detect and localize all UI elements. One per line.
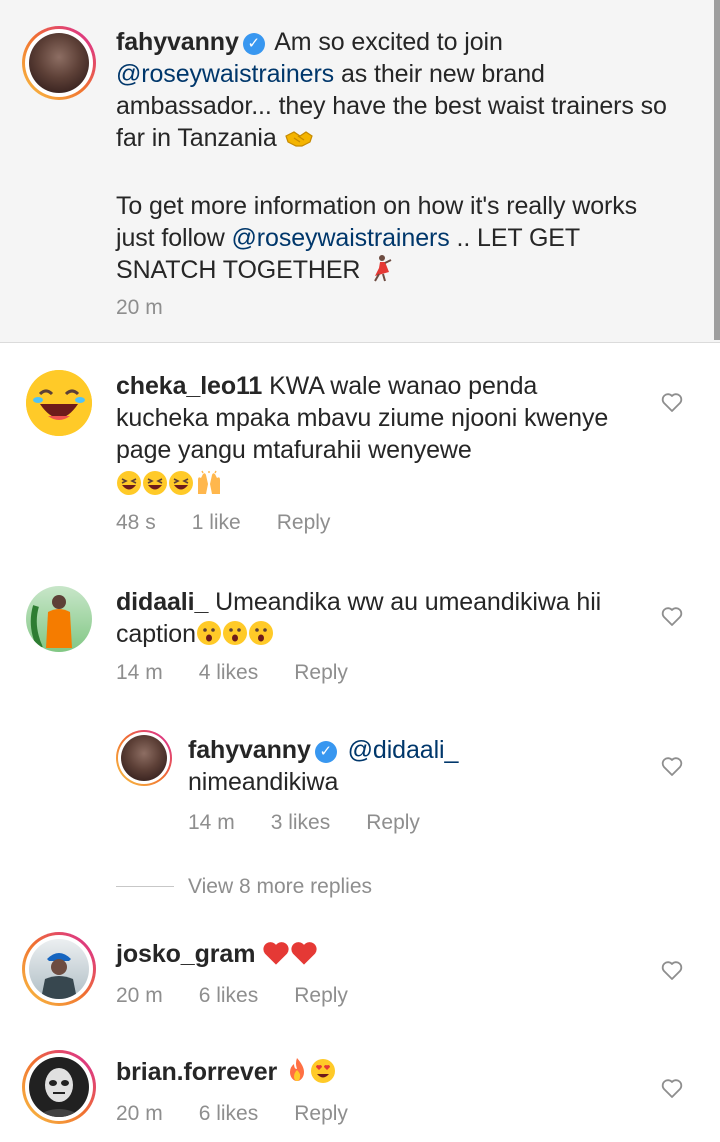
caption-mention-1[interactable]: @roseywaistrainers — [116, 60, 334, 88]
reply-body: nimeandikiwa — [188, 768, 339, 796]
red-heart-emoji-icon — [290, 940, 318, 974]
caption-time: 20 m — [116, 296, 163, 319]
caption-author-avatar[interactable] — [22, 26, 96, 100]
comment-likes[interactable]: 6 likes — [199, 984, 259, 1007]
comment-meta: 14 m 4 likes Reply — [116, 660, 384, 686]
person-photo — [30, 595, 72, 650]
comment-time: 14 m — [116, 661, 163, 684]
grinning-squint-emoji-icon — [168, 470, 194, 504]
laughing-face-icon — [26, 370, 92, 436]
comment-emoji-row — [116, 468, 616, 504]
commenter-avatar[interactable] — [22, 1050, 96, 1124]
reply-meta: 14 m 3 likes Reply — [188, 810, 456, 836]
caption-mention-2[interactable]: @roseywaistrainers — [232, 224, 450, 252]
comment-likes[interactable]: 6 likes — [199, 1102, 259, 1125]
comment-username[interactable]: brian.forrever — [116, 1058, 277, 1086]
heart-outline-icon[interactable] — [660, 1076, 684, 1100]
comment-likes[interactable]: 4 likes — [199, 661, 259, 684]
reply-button[interactable]: Reply — [366, 811, 420, 834]
view-more-replies-button[interactable]: View 8 more replies — [188, 874, 372, 900]
handshake-emoji-icon — [284, 126, 314, 158]
dancer-emoji-icon — [367, 254, 393, 290]
commenter-avatar[interactable] — [22, 932, 96, 1006]
comment-time: 48 s — [116, 511, 156, 534]
comment-meta: 20 m 6 likes Reply — [116, 983, 384, 1009]
masked-person-photo — [35, 1068, 83, 1117]
commenter-avatar[interactable] — [26, 586, 92, 652]
reply-mention[interactable]: @didaali_ — [348, 736, 459, 764]
comment-likes[interactable]: 1 like — [192, 511, 241, 534]
hushed-face-emoji-icon — [196, 620, 222, 654]
reply-author-avatar[interactable] — [116, 730, 172, 786]
reply-button[interactable]: Reply — [294, 1102, 348, 1125]
reply-username[interactable]: fahyvanny — [188, 736, 311, 764]
comment-meta: 48 s 1 like Reply — [116, 510, 366, 536]
comment-text: cheka_leo11 KWA wale wanao penda kucheka… — [116, 370, 616, 504]
comment-text: brian.forrever — [116, 1056, 616, 1092]
person-photo — [41, 953, 77, 999]
heart-outline-icon[interactable] — [660, 958, 684, 982]
grinning-squint-emoji-icon — [116, 470, 142, 504]
fire-emoji-icon — [284, 1056, 310, 1092]
caption-username[interactable]: fahyvanny — [116, 28, 239, 56]
reply-button[interactable]: Reply — [294, 661, 348, 684]
comment-username[interactable]: josko_gram — [116, 940, 255, 968]
verified-badge-icon: ✓ — [242, 33, 265, 55]
comment-text: josko_gram — [116, 938, 616, 974]
reply-button[interactable]: Reply — [294, 984, 348, 1007]
hushed-face-emoji-icon — [248, 620, 274, 654]
caption-text: fahyvanny ✓ Am so excited to join @roseyw… — [116, 26, 676, 290]
reply-time: 14 m — [188, 811, 235, 834]
reply-text: fahyvanny ✓ @didaali_ nimeandikiwa — [188, 734, 628, 798]
heart-outline-icon[interactable] — [660, 754, 684, 778]
caption-text-1: Am so excited to join — [274, 28, 503, 56]
commenter-avatar[interactable] — [26, 370, 92, 436]
red-heart-emoji-icon — [262, 940, 290, 974]
comment-text: didaali_ Umeandika ww au umeandikiwa hii… — [116, 586, 616, 654]
scrollbar[interactable] — [714, 0, 720, 340]
caption-block: fahyvanny ✓ Am so excited to join @roseyw… — [0, 0, 720, 343]
reply-button[interactable]: Reply — [277, 511, 331, 534]
view-more-divider — [116, 886, 174, 887]
heart-outline-icon[interactable] — [660, 390, 684, 414]
verified-badge-icon: ✓ — [314, 741, 337, 763]
grinning-squint-emoji-icon — [142, 470, 168, 504]
raised-hands-emoji-icon — [194, 470, 224, 504]
reply-likes[interactable]: 3 likes — [271, 811, 331, 834]
heart-eyes-emoji-icon — [310, 1058, 336, 1092]
comment-time: 20 m — [116, 984, 163, 1007]
heart-outline-icon[interactable] — [660, 604, 684, 628]
comment-time: 20 m — [116, 1102, 163, 1125]
hushed-face-emoji-icon — [222, 620, 248, 654]
comment-meta: 20 m 6 likes Reply — [116, 1101, 384, 1127]
comment-username[interactable]: didaali_ — [116, 588, 208, 616]
comment-username[interactable]: cheka_leo11 — [116, 372, 262, 400]
